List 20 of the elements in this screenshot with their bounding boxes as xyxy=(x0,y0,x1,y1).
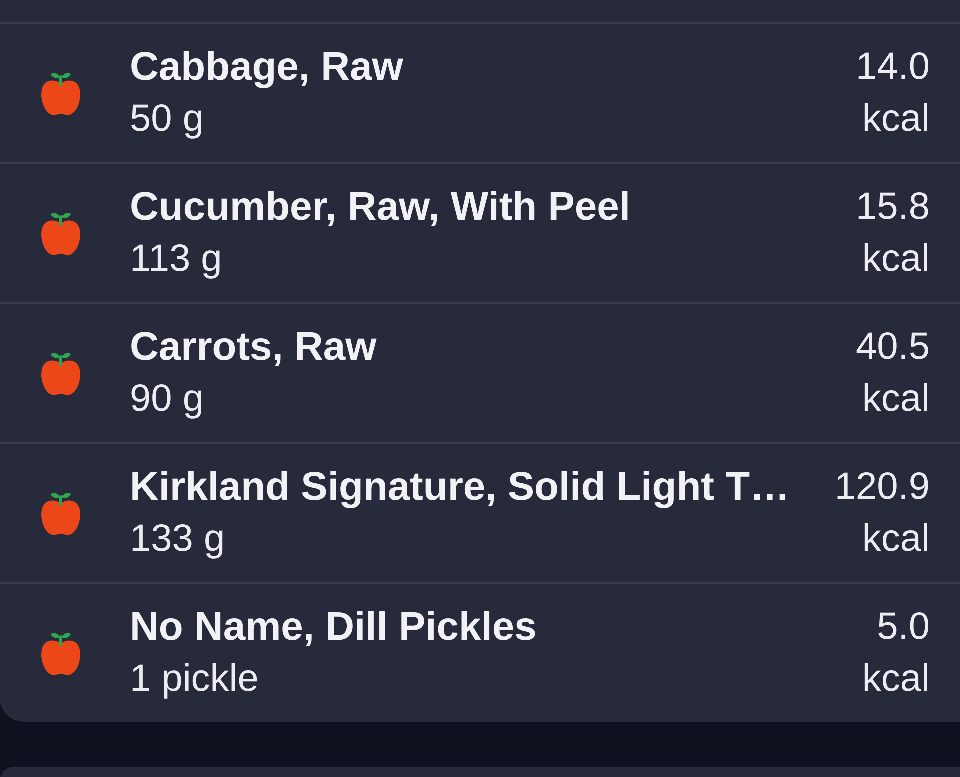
calorie-value: 14.0 xyxy=(856,45,930,90)
food-name: No Name, Dill Pickles xyxy=(130,604,537,651)
calorie-unit: kcal xyxy=(862,377,930,422)
serving-amount: 1 pickle xyxy=(130,657,259,702)
food-name: Cucumber, Raw, With Peel xyxy=(130,184,630,231)
food-name: Kirkland Signature, Solid Light T… xyxy=(130,464,790,511)
calorie-unit: kcal xyxy=(862,237,930,282)
calorie-unit: kcal xyxy=(862,97,930,142)
calorie-value: 40.5 xyxy=(856,325,930,370)
serving-amount: 113 g xyxy=(130,237,222,282)
calorie-value: 120.9 xyxy=(834,465,930,510)
calorie-unit: kcal xyxy=(862,657,930,702)
calorie-value: 15.8 xyxy=(856,185,930,230)
food-name: Carrots, Raw xyxy=(130,324,377,371)
serving-amount: 133 g xyxy=(130,517,226,562)
serving-amount: 90 g xyxy=(130,377,204,422)
serving-amount: 50 g xyxy=(130,97,204,142)
calorie-unit: kcal xyxy=(862,517,930,562)
calorie-value: 5.0 xyxy=(877,605,930,650)
food-name: Cabbage, Raw xyxy=(130,44,404,91)
